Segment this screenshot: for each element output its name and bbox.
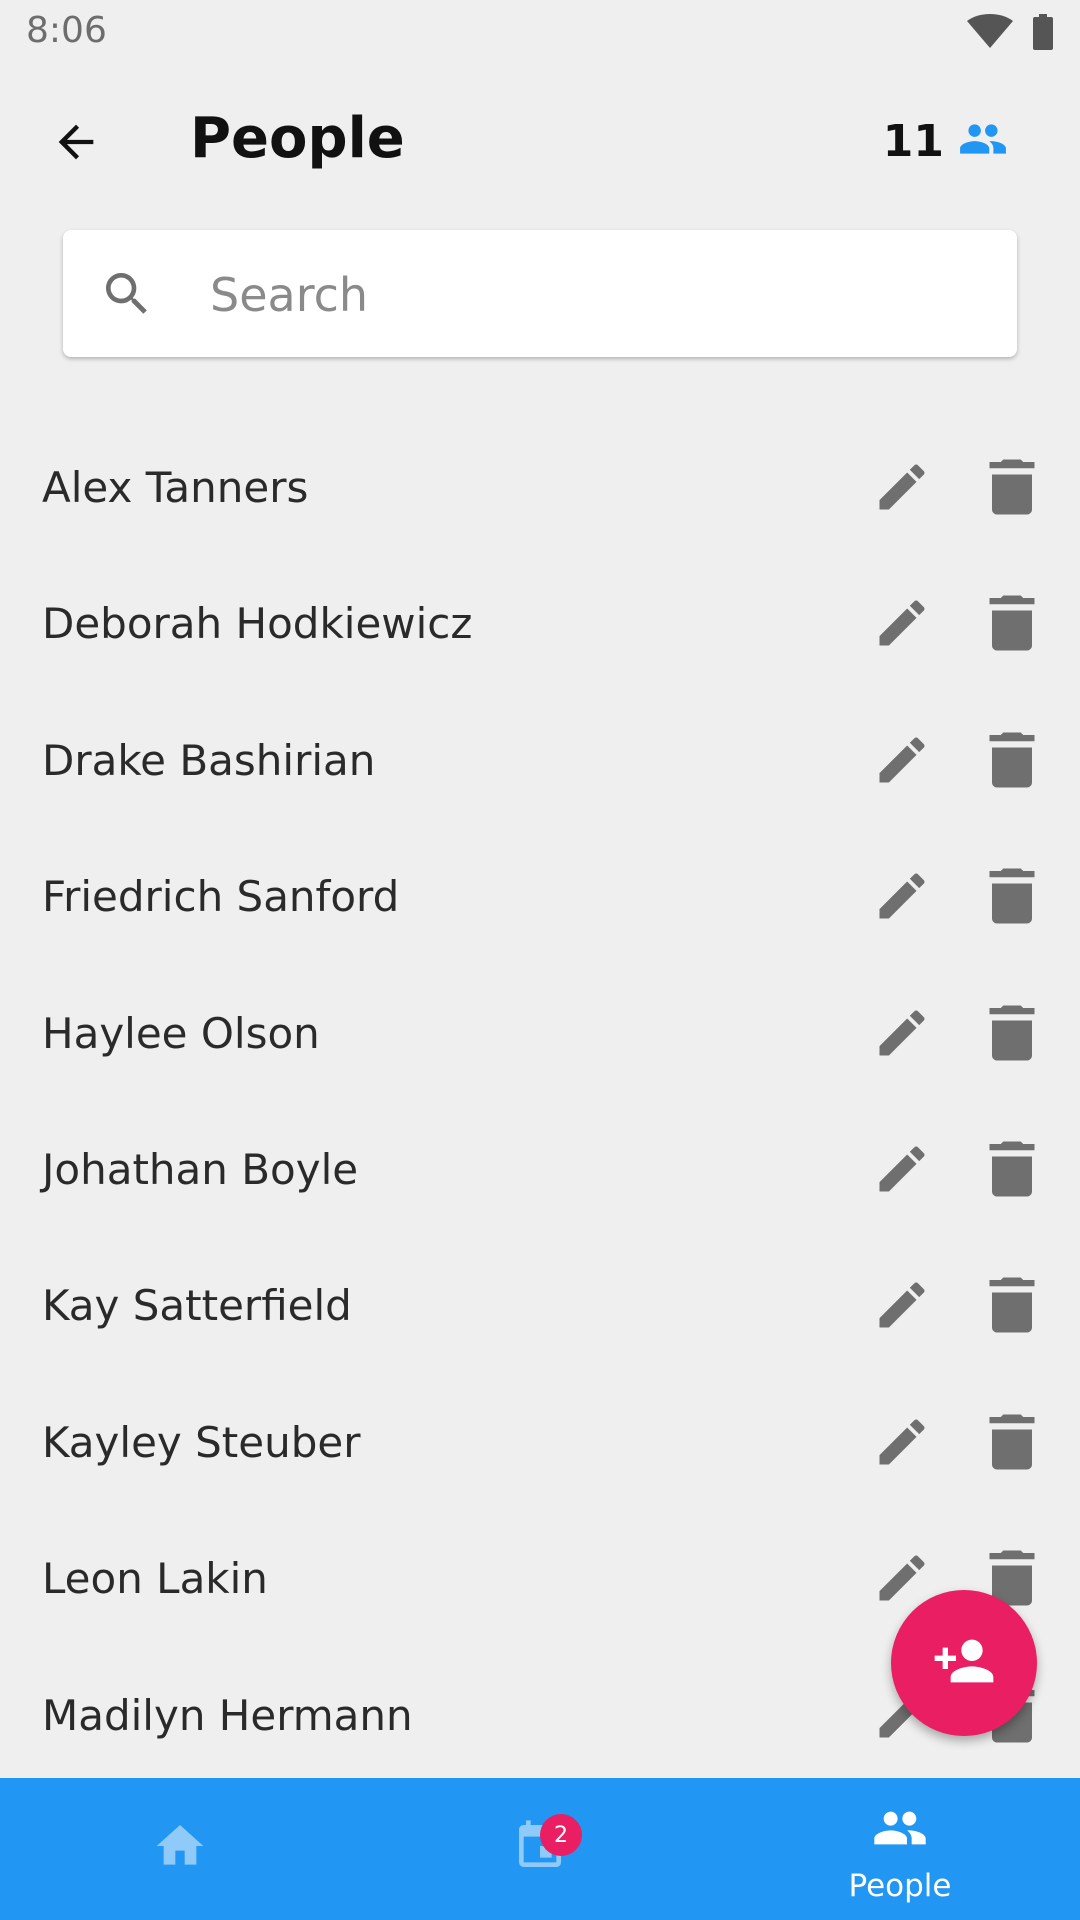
trash-icon [984, 459, 1040, 521]
back-button[interactable] [40, 108, 112, 180]
edit-icon [872, 737, 932, 794]
list-item[interactable]: Alex Tanners [0, 421, 1080, 557]
person-name: Kay Satterfield [42, 1281, 352, 1331]
edit-icon [872, 1010, 932, 1067]
edit-icon [872, 1282, 932, 1339]
search-bar [63, 230, 1017, 359]
nav-home[interactable] [0, 1778, 360, 1920]
page-title: People [190, 106, 405, 171]
edit-icon [872, 600, 932, 657]
person-name: Drake Bashirian [42, 735, 376, 785]
person-name: Kayley Steuber [42, 1417, 361, 1467]
search-icon [99, 266, 155, 322]
person-name: Madilyn Hermann [42, 1690, 413, 1740]
people-count: 11 [883, 114, 1008, 169]
nav-people-label: People [848, 1868, 952, 1904]
edit-button[interactable] [872, 593, 932, 653]
delete-button[interactable] [984, 457, 1040, 517]
people-count-value: 11 [882, 116, 944, 167]
edit-icon [872, 873, 932, 930]
person-name: Leon Lakin [42, 1554, 268, 1604]
edit-button[interactable] [872, 1003, 932, 1063]
edit-button[interactable] [872, 1548, 932, 1608]
edit-icon [872, 1146, 932, 1203]
edit-icon [872, 1692, 932, 1749]
status-time: 8:06 [26, 10, 107, 51]
trash-icon [984, 868, 1040, 930]
search-input[interactable] [208, 230, 992, 359]
trash-icon [984, 1277, 1040, 1339]
delete-button[interactable] [984, 866, 1040, 926]
status-bar: 8:06 [0, 0, 1080, 64]
delete-button[interactable] [984, 1139, 1040, 1199]
person-name: Deborah Hodkiewicz [42, 599, 473, 649]
nav-calendar[interactable]: 2 [360, 1778, 720, 1920]
edit-icon [872, 1419, 932, 1476]
bottom-navigation: 2 People [0, 1778, 1080, 1920]
delete-button[interactable] [984, 593, 1040, 653]
delete-button[interactable] [984, 1003, 1040, 1063]
delete-button[interactable] [984, 730, 1040, 790]
wifi-icon [966, 14, 1014, 55]
trash-icon [984, 1141, 1040, 1203]
trash-icon [984, 595, 1040, 657]
person-name: Alex Tanners [42, 463, 309, 512]
delete-button[interactable] [984, 1275, 1040, 1335]
notification-badge: 2 [540, 1814, 582, 1856]
list-item[interactable]: Haylee Olson [0, 967, 1080, 1103]
edit-button[interactable] [872, 730, 932, 790]
edit-button[interactable] [872, 457, 932, 517]
home-icon [152, 1818, 208, 1874]
people-icon [872, 1800, 928, 1856]
people-icon [958, 114, 1008, 169]
people-list: Alex Tanners Deborah Hodkiewicz Drake Ba… [0, 421, 1080, 1785]
trash-icon [984, 1005, 1040, 1067]
person-name: Johathan Boyle [42, 1144, 359, 1194]
trash-icon [984, 1687, 1040, 1749]
person-name: Haylee Olson [42, 1008, 320, 1058]
nav-people[interactable]: People [720, 1778, 1080, 1920]
list-item[interactable]: Drake Bashirian [0, 694, 1080, 830]
add-person-button[interactable] [891, 1590, 1037, 1736]
trash-icon [984, 1414, 1040, 1476]
trash-icon [984, 732, 1040, 794]
list-item[interactable]: Deborah Hodkiewicz [0, 557, 1080, 693]
battery-icon [1032, 14, 1054, 55]
delete-button[interactable] [984, 1412, 1040, 1472]
list-item[interactable]: Kayley Steuber [0, 1376, 1080, 1512]
app-bar: People 11 [0, 64, 1080, 212]
person-name: Friedrich Sanford [42, 872, 400, 922]
edit-button[interactable] [872, 1275, 932, 1335]
edit-button[interactable] [872, 1139, 932, 1199]
edit-icon [872, 464, 932, 521]
list-item[interactable]: Johathan Boyle [0, 1103, 1080, 1239]
edit-button[interactable] [872, 866, 932, 926]
status-icons [966, 14, 1054, 55]
arrow-back-icon [50, 116, 102, 173]
person-add-icon [932, 1629, 996, 1698]
list-item[interactable]: Kay Satterfield [0, 1239, 1080, 1375]
edit-button[interactable] [872, 1412, 932, 1472]
list-item[interactable]: Friedrich Sanford [0, 830, 1080, 966]
